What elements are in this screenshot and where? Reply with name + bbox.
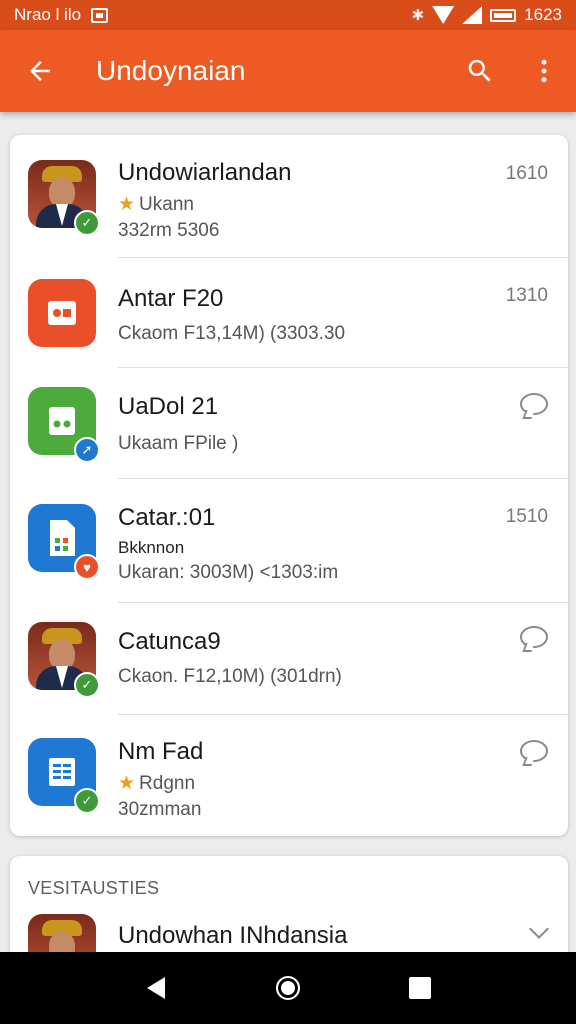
item-subtitle: Ckaon. F12,10M) (301drn) bbox=[118, 666, 342, 687]
search-button[interactable] bbox=[448, 30, 512, 112]
wifi-icon bbox=[432, 6, 455, 24]
item-title: Catunca9 bbox=[118, 628, 221, 655]
item-subtitle: Ukaam FPile ) bbox=[118, 433, 239, 454]
nav-recents-icon bbox=[409, 977, 431, 999]
doc-icon bbox=[50, 520, 75, 556]
item-title: UaDol 21 bbox=[118, 393, 219, 420]
nav-back-button[interactable] bbox=[126, 958, 186, 1018]
item-subtitle: 332rm 5306 bbox=[118, 220, 220, 241]
conversation-list: ✓ Undowiarlandan ★ Ukann 332rm 5306 1610 … bbox=[10, 135, 568, 836]
item-meta: 1510 bbox=[505, 506, 548, 527]
avatar: ✓ bbox=[28, 622, 100, 698]
chat-bubble-icon[interactable] bbox=[520, 393, 548, 415]
nav-home-button[interactable] bbox=[258, 958, 318, 1018]
nav-home-icon bbox=[276, 976, 300, 1000]
star-icon: ★ bbox=[118, 194, 136, 215]
list-item[interactable]: ➚ UaDol 21 Ukaam FPile ) bbox=[10, 367, 568, 478]
chat-bubble-icon[interactable] bbox=[520, 740, 548, 762]
docs-icon bbox=[49, 758, 75, 786]
item-title[interactable]: Undowhan INhdansia bbox=[118, 922, 488, 950]
list-item[interactable]: ♥ Catar.:01 Bkknnon Ukaran: 3003M) <1303… bbox=[10, 478, 568, 602]
chevron-down-icon[interactable] bbox=[529, 919, 549, 939]
file-icon: ♥ bbox=[28, 504, 100, 580]
item-line2: Bkknnon bbox=[118, 538, 185, 557]
item-meta: 1610 bbox=[505, 163, 548, 184]
arrow-back-icon bbox=[30, 61, 50, 81]
status-time: 1623 bbox=[524, 5, 562, 24]
star-icon: ★ bbox=[118, 773, 136, 794]
notification-icon bbox=[91, 7, 109, 23]
bluetooth-icon: ✱ bbox=[411, 7, 425, 24]
slides-icon bbox=[48, 301, 76, 325]
signal-icon bbox=[462, 6, 483, 24]
avatar: ✓ bbox=[28, 160, 100, 236]
back-button[interactable] bbox=[0, 30, 80, 112]
status-bar: Nrao l ilo ✱ 1623 bbox=[0, 0, 576, 30]
file-icon: ✓ bbox=[28, 738, 100, 814]
page-title: Undoynaian bbox=[96, 55, 246, 86]
list-item[interactable]: ✓ Undowiarlandan ★ Ukann 332rm 5306 1610 bbox=[10, 135, 568, 257]
list-item[interactable]: ✓ Nm Fad ★ Rdgnn 30zmman bbox=[10, 714, 568, 836]
check-badge-icon: ✓ bbox=[74, 210, 100, 236]
item-title: Undowiarlandan bbox=[118, 159, 292, 186]
status-left-text: Nrao l ilo bbox=[14, 5, 82, 24]
list-item[interactable]: ✓ Catunca9 Ckaon. F12,10M) (301drn) bbox=[10, 602, 568, 714]
section-label: VESITAUSTIES bbox=[28, 878, 160, 898]
check-badge-icon: ✓ bbox=[74, 788, 100, 814]
chat-bubble-icon[interactable] bbox=[520, 626, 548, 648]
file-icon: ➚ bbox=[28, 387, 100, 463]
nav-recents-button[interactable] bbox=[390, 958, 450, 1018]
send-badge-icon: ➚ bbox=[74, 437, 100, 463]
search-icon bbox=[468, 59, 491, 82]
item-subtitle: Ukaran: 3003M) <1303:im bbox=[118, 562, 339, 583]
list-item[interactable]: Antar F20 Ckaom F13,14M) (3303.30 1310 bbox=[10, 257, 568, 367]
battery-icon bbox=[490, 8, 517, 22]
check-badge-icon: ✓ bbox=[74, 672, 100, 698]
item-meta: 1310 bbox=[505, 285, 548, 306]
nav-back-icon bbox=[147, 977, 165, 999]
item-subtitle: Ckaom F13,14M) (3303.30 bbox=[118, 323, 346, 344]
more-vert-icon bbox=[541, 59, 547, 83]
item-title: Antar F20 bbox=[118, 285, 224, 312]
alert-badge-icon: ♥ bbox=[74, 554, 100, 580]
item-title: Nm Fad bbox=[118, 738, 204, 765]
sheet-icon bbox=[49, 407, 75, 435]
system-nav-bar bbox=[0, 952, 576, 1024]
more-options-button[interactable] bbox=[512, 30, 576, 112]
item-subtitle: 30zmman bbox=[118, 799, 202, 820]
app-bar: Undoynaian bbox=[0, 30, 576, 112]
file-icon bbox=[28, 279, 96, 351]
item-title: Catar.:01 bbox=[118, 504, 216, 531]
item-rating: Rdgnn bbox=[139, 773, 196, 794]
item-rating: Ukann bbox=[139, 194, 194, 215]
